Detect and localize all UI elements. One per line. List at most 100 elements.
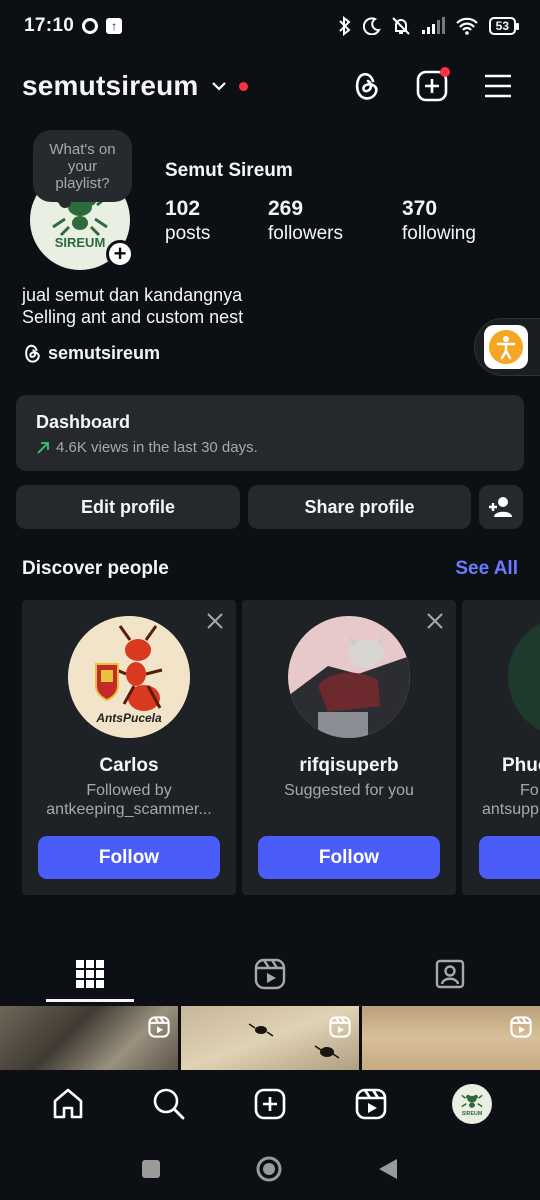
- suggestion-avatar[interactable]: [508, 616, 540, 738]
- discover-people-title: Discover people: [22, 558, 169, 579]
- followers-count: 269: [268, 197, 304, 220]
- add-person-icon: [489, 497, 512, 517]
- bio-line: Selling ant and custom nest: [22, 307, 244, 327]
- following-count: 370: [402, 197, 438, 220]
- create-button[interactable]: [412, 66, 452, 106]
- bio-line: jual semut dan kandangnya: [22, 285, 243, 305]
- accessibility-icon: [489, 330, 523, 364]
- chevron-down-icon[interactable]: [211, 80, 227, 92]
- suggestion-context-line: antkeeping_scammer...: [46, 801, 212, 818]
- reel-badge-icon: [329, 1016, 351, 1038]
- dashboard-title: Dashboard: [36, 412, 131, 432]
- close-icon[interactable]: [206, 612, 224, 630]
- threads-icon: [25, 344, 40, 363]
- add-square-icon: [254, 1088, 286, 1120]
- profile-content-tabs: [0, 944, 540, 1004]
- create-badge-dot: [440, 67, 450, 77]
- threads-button[interactable]: [346, 66, 386, 106]
- logo-text: AntsPucela: [95, 711, 162, 725]
- dashboard-subtitle: 4.6K views in the last 30 days.: [56, 439, 258, 456]
- nav-search[interactable]: [141, 1076, 197, 1132]
- reel-badge-icon: [148, 1016, 170, 1038]
- discover-people-toggle-button[interactable]: [479, 485, 523, 529]
- reel-badge-icon: [510, 1016, 532, 1038]
- profile-header: semutsireum: [22, 64, 518, 108]
- back-triangle-icon[interactable]: [377, 1157, 399, 1181]
- follow-button[interactable]: Follow: [258, 836, 440, 879]
- logo-text: SIREUM: [461, 1111, 482, 1117]
- post-thumbnail[interactable]: [181, 1006, 359, 1070]
- posts-count: 102: [165, 197, 201, 220]
- follow-button[interactable]: Follow: [479, 836, 540, 879]
- reels-icon: [355, 1088, 387, 1120]
- suggestion-card[interactable]: AntsPucela Carlos Followed by antkeeping…: [22, 600, 236, 895]
- svg-text:SIREUM: SIREUM: [55, 235, 106, 250]
- notification-dot: [238, 81, 248, 91]
- system-navigation: [0, 1138, 540, 1200]
- add-story-button[interactable]: +: [106, 240, 134, 268]
- stat-following[interactable]: 370 following: [402, 196, 476, 246]
- suggestion-card[interactable]: Phuc Fo antsupp Follow: [462, 600, 540, 895]
- nav-home[interactable]: [40, 1076, 96, 1132]
- moon-icon: [362, 17, 381, 35]
- tab-reels[interactable]: [180, 944, 360, 1004]
- mute-bell-icon: [391, 17, 410, 35]
- post-thumbnail[interactable]: [0, 1006, 178, 1070]
- bottom-navigation: SIREUM: [0, 1070, 540, 1138]
- professional-dashboard[interactable]: Dashboard 4.6K views in the last 30 days…: [16, 395, 524, 471]
- search-icon: [153, 1088, 185, 1120]
- upload-icon: ↑: [106, 18, 123, 34]
- note-bubble[interactable]: What's on your playlist?: [33, 130, 132, 208]
- nav-reels[interactable]: [343, 1076, 399, 1132]
- threads-icon: [355, 72, 378, 100]
- suggestion-name[interactable]: Carlos: [22, 755, 236, 777]
- profile-actions: Edit profile Share profile: [16, 485, 523, 529]
- discover-people-header: Discover people See All: [22, 558, 518, 580]
- followers-label: followers: [268, 223, 343, 244]
- nav-profile[interactable]: SIREUM: [444, 1076, 500, 1132]
- battery-indicator: 53: [488, 17, 520, 35]
- tab-posts-grid[interactable]: [0, 944, 180, 1004]
- profile-stats: 102 posts 269 followers 370 following: [165, 196, 476, 246]
- grid-icon: [76, 960, 104, 988]
- suggestion-card[interactable]: rifqisuperb Suggested for you Follow: [242, 600, 456, 895]
- close-icon[interactable]: [426, 612, 444, 630]
- follow-button[interactable]: Follow: [38, 836, 220, 879]
- bio: jual semut dan kandangnya Selling ant an…: [22, 284, 243, 328]
- suggestion-context-line: antsupp: [482, 801, 539, 818]
- stat-followers[interactable]: 269 followers: [268, 196, 402, 246]
- clock: 17:10: [24, 15, 75, 36]
- share-profile-button[interactable]: Share profile: [248, 485, 471, 529]
- suggestion-context-line: Suggested for you: [284, 782, 414, 799]
- antspucela-logo: AntsPucela: [68, 616, 190, 738]
- suggestion-context: Fo antsupp: [482, 781, 540, 819]
- status-bar: 17:10 ↑ 53: [0, 0, 540, 52]
- edit-profile-button[interactable]: Edit profile: [16, 485, 240, 529]
- tab-tagged[interactable]: [360, 944, 540, 1004]
- menu-button[interactable]: [478, 66, 518, 106]
- home-circle-icon[interactable]: [255, 1155, 283, 1183]
- nav-create[interactable]: [242, 1076, 298, 1132]
- tagged-person-icon: [435, 959, 465, 989]
- username-switcher[interactable]: semutsireum: [22, 70, 199, 102]
- threads-handle: semutsireum: [48, 343, 161, 363]
- suggestion-context-line: Followed by: [86, 782, 172, 799]
- suggestion-avatar[interactable]: AntsPucela: [68, 616, 190, 738]
- reels-icon: [254, 958, 286, 990]
- stat-posts[interactable]: 102 posts: [165, 196, 268, 246]
- suggestion-name[interactable]: rifqisuperb: [242, 755, 456, 777]
- suggestion-avatar[interactable]: [288, 616, 410, 738]
- recent-apps-icon[interactable]: [141, 1159, 161, 1179]
- accessibility-floating-button[interactable]: [474, 318, 540, 376]
- signal-icon: [421, 17, 445, 34]
- suggestion-name[interactable]: Phuc: [502, 755, 540, 777]
- following-label: following: [402, 223, 476, 244]
- full-name: Semut Sireum: [165, 160, 293, 181]
- suggestion-carousel[interactable]: AntsPucela Carlos Followed by antkeeping…: [22, 600, 540, 896]
- threads-profile-link[interactable]: semutsireum: [22, 343, 160, 364]
- bluetooth-icon: [338, 16, 351, 36]
- see-all-link[interactable]: See All: [455, 558, 518, 580]
- post-thumbnail[interactable]: [362, 1006, 540, 1070]
- sireum-logo: SIREUM: [460, 1094, 482, 1117]
- avatar: SIREUM: [451, 1084, 492, 1124]
